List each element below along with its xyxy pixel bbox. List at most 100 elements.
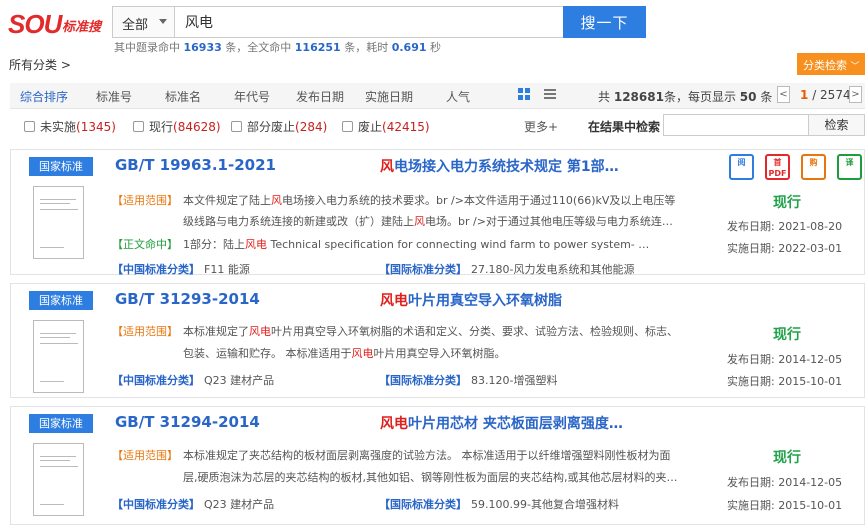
filter-label: 废止 — [358, 120, 383, 134]
sort-std-name[interactable]: 标准名 — [165, 88, 201, 105]
filter-current[interactable]: 现行(84628) — [133, 118, 221, 135]
cn-class-label: 【中国标准分类】 — [112, 374, 200, 387]
search-in-results-button[interactable]: 检索 — [808, 114, 865, 136]
buy-icon[interactable]: 购 — [801, 154, 826, 180]
stats-text: 条，全文命中 — [225, 41, 292, 54]
filter-abolished[interactable]: 废止(42415) — [342, 118, 430, 135]
sort-pub-date[interactable]: 发布日期 — [296, 88, 344, 105]
filter-count: (284) — [295, 120, 328, 134]
std-type-badge: 国家标准 — [29, 291, 93, 310]
filter-not-implemented[interactable]: 未实施(1345) — [24, 118, 116, 135]
logo-name: 标准搜 — [62, 20, 102, 35]
std-number-link[interactable]: GB/T 19963.1-2021 — [115, 156, 276, 174]
page-indicator: 1 / 2574 — [800, 88, 851, 102]
search-stats: 其中题录命中 16933 条，全文命中 116251 条，耗时 0.691 秒 — [114, 39, 441, 55]
search-input[interactable] — [174, 6, 564, 38]
std-type-badge: 国家标准 — [29, 414, 93, 433]
title-text: 叶片用芯材 夹芯板面层剥离强度… — [408, 416, 623, 432]
date-value: 2021-08-20 — [778, 220, 843, 233]
pdf-icon[interactable]: 首PDF — [765, 154, 790, 180]
text-highlight: 风 — [414, 215, 425, 228]
title-hits-count: 16933 — [183, 41, 222, 54]
search-button[interactable]: 搜一下 — [563, 6, 646, 38]
next-page-button[interactable]: > — [849, 86, 862, 103]
sort-std-number[interactable]: 标准号 — [96, 88, 132, 105]
text-highlight: 风 — [271, 194, 282, 207]
grid-view-icon[interactable] — [518, 88, 530, 100]
per-page-value[interactable]: 50 — [740, 90, 757, 104]
text-part: 电场。br />对于通过其他电压等级与电力系统连… — [425, 215, 673, 228]
std-cover-thumbnail[interactable] — [33, 443, 84, 516]
more-filters-link[interactable]: 更多+ — [524, 118, 558, 135]
scope-text: 本标准规定了夹芯结构的板材面层剥离强度的试验方法。 本标准适用于以纤维增强塑料刚… — [183, 447, 671, 463]
all-categories-breadcrumb[interactable]: 所有分类 > — [9, 56, 71, 73]
date-value: 2014-12-05 — [778, 476, 843, 489]
checkbox[interactable] — [24, 121, 35, 132]
pager-text: 条 — [760, 90, 773, 104]
text-part: 本标准规定了夹芯结构的板材面层剥离强度的试验方法。 本标准适用于以纤维增强塑料刚… — [183, 449, 671, 462]
total-pages: / 2574 — [812, 88, 851, 102]
text-part: 级线路与电力系统连接的新建或改（扩）建陆上 — [183, 215, 414, 228]
std-title-link[interactable]: 风电叶片用芯材 夹芯板面层剥离强度… — [380, 413, 623, 433]
intl-class-value: 59.100.99-其他复合增强材料 — [471, 498, 619, 511]
text-highlight: 风电 — [249, 325, 271, 338]
impl-date: 实施日期: 2022-03-01 — [727, 240, 842, 256]
std-cover-thumbnail[interactable] — [33, 186, 84, 259]
title-highlight: 风电 — [380, 416, 408, 432]
title-text: 电场接入电力系统技术规定 第1部… — [394, 159, 619, 175]
checkbox[interactable] — [133, 121, 144, 132]
intl-class-label: 【国际标准分类】 — [379, 498, 467, 511]
text-part: 层,硬质泡沫为芯层的夹芯结构的板材,其他如铝、钢等刚性板为面层的夹芯结构,或其他… — [183, 471, 678, 484]
sort-impl-date[interactable]: 实施日期 — [365, 88, 413, 105]
pager-text: 条，每页显示 — [663, 90, 736, 104]
pager-text: 共 — [598, 90, 611, 104]
std-number-link[interactable]: GB/T 31293-2014 — [115, 290, 260, 308]
scope-label: 【适用范围】 — [112, 194, 178, 207]
logo-brand: SOU — [8, 9, 62, 39]
status-badge: 现行 — [773, 195, 801, 211]
translate-icon[interactable]: 译 — [837, 154, 862, 180]
text-part: 叶片用真空导入环氧树脂。 — [373, 347, 506, 360]
read-icon[interactable]: 阅 — [729, 154, 754, 180]
checkbox[interactable] — [342, 121, 353, 132]
date-label: 发布日期: — [727, 353, 775, 366]
search-time: 0.691 — [391, 41, 427, 54]
cn-class-label: 【中国标准分类】 — [112, 263, 200, 276]
status-badge: 现行 — [773, 327, 801, 343]
sort-year[interactable]: 年代号 — [234, 88, 270, 105]
text-part: Technical specification for connecting w… — [267, 238, 650, 251]
cn-class-value: F11 能源 — [204, 263, 250, 276]
stats-text: 其中题录命中 — [114, 41, 180, 54]
chevron-down-icon — [159, 19, 167, 24]
date-label: 发布日期: — [727, 220, 775, 233]
search-in-results-input[interactable] — [663, 114, 809, 136]
pager-summary: 共 128681条，每页显示 50 条 — [598, 88, 772, 105]
scope-label: 【适用范围】 — [112, 325, 178, 338]
filter-label: 现行 — [149, 120, 174, 134]
std-title-link[interactable]: 风电场接入电力系统技术规定 第1部… — [380, 156, 619, 176]
filter-count: (84628) — [173, 120, 221, 134]
status-filters: 未实施(1345) 现行(84628) 部分废止(284) 废止(42415) … — [10, 111, 865, 139]
date-label: 实施日期: — [727, 242, 775, 255]
scope-text-line2: 层,硬质泡沫为芯层的夹芯结构的板材,其他如铝、钢等刚性板为面层的夹芯结构,或其他… — [183, 469, 678, 485]
sort-comprehensive[interactable]: 综合排序 — [20, 88, 68, 105]
site-logo[interactable]: SOU 标准搜 — [8, 9, 108, 39]
checkbox[interactable] — [231, 121, 242, 132]
filter-count: (42415) — [382, 120, 430, 134]
category-search-button[interactable]: 分类检索 ﹀ — [797, 53, 865, 75]
intl-class-label: 【国际标准分类】 — [379, 263, 467, 276]
list-view-icon[interactable] — [544, 88, 556, 100]
sort-popularity[interactable]: 人气 — [446, 88, 470, 105]
prev-page-button[interactable]: < — [777, 86, 790, 103]
std-title-link[interactable]: 风电叶片用真空导入环氧树脂 — [380, 290, 562, 310]
text-part: 电场接入电力系统的技术要求。br />本文件适用于通过110(66)kV及以上电… — [282, 194, 676, 207]
std-number-link[interactable]: GB/T 31294-2014 — [115, 413, 260, 431]
text-part: 叶片用真空导入环氧树脂的术语和定义、分类、要求、试验方法、检验规则、标志、 — [271, 325, 678, 338]
search-in-results-label: 在结果中检索 — [588, 120, 661, 134]
pub-date: 发布日期: 2021-08-20 — [727, 218, 842, 234]
filter-partially-abolished[interactable]: 部分废止(284) — [231, 118, 327, 135]
scope-text-line2: 级线路与电力系统连接的新建或改（扩）建陆上风电场。br />对于通过其他电压等级… — [183, 213, 673, 229]
category-search-label: 分类检索 — [803, 59, 847, 72]
search-scope-select[interactable]: 全部 — [112, 6, 174, 38]
std-cover-thumbnail[interactable] — [33, 320, 84, 393]
